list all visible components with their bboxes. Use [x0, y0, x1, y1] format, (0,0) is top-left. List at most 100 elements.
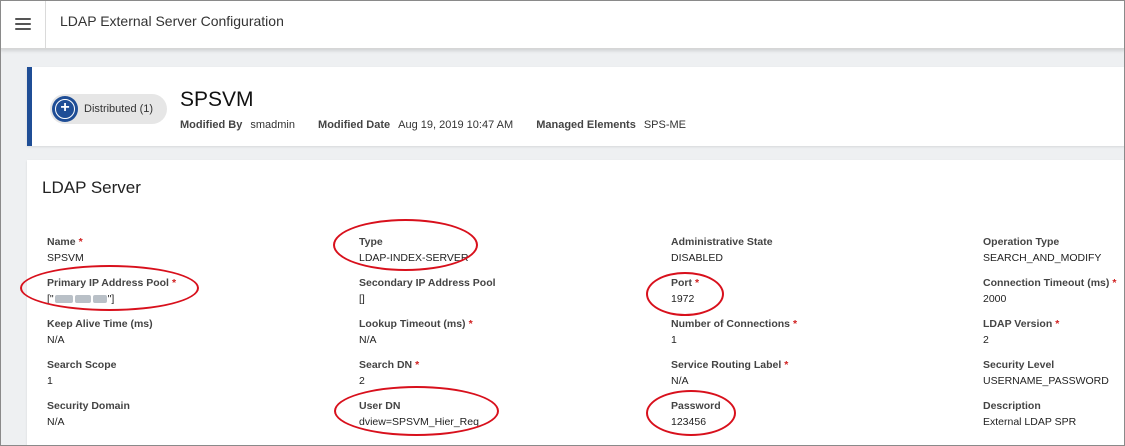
- field-label-text: Primary IP Address Pool: [47, 277, 169, 289]
- field-label: Security Domain: [47, 400, 347, 412]
- field-security-level: Security Level USERNAME_PASSWORD: [983, 359, 1125, 387]
- summary-card: + Distributed (1) SPSVM Modified By smadm…: [27, 67, 1125, 146]
- field-label-text: Operation Type: [983, 236, 1060, 248]
- required-asterisk: *: [793, 318, 798, 330]
- field-label: Password: [671, 400, 971, 412]
- field-value-text: N/A: [671, 375, 689, 387]
- field-value-text: [": [47, 293, 54, 305]
- field-value: 2: [359, 375, 659, 387]
- distributed-chip[interactable]: + Distributed (1): [50, 94, 168, 124]
- field-label-text: Connection Timeout (ms): [983, 277, 1110, 289]
- field-label: Search Scope: [47, 359, 347, 371]
- redacted-ip-segment: [92, 295, 107, 304]
- field-label-text: Secondary IP Address Pool: [359, 277, 496, 289]
- field-value-text: 2: [983, 334, 989, 346]
- managed-elements-value: SPS-ME: [643, 119, 687, 131]
- plus-circle-icon: +: [52, 96, 78, 122]
- field-value: LDAP-INDEX-SERVER: [359, 252, 659, 264]
- field-port: Port * 1972: [671, 277, 971, 305]
- field-service-routing-label: Service Routing Label * N/A: [671, 359, 971, 387]
- section-title: LDAP Server: [42, 178, 141, 197]
- field-value-text: 1: [671, 334, 677, 346]
- required-asterisk: *: [468, 318, 473, 330]
- modified-by-label: Modified By: [180, 119, 243, 131]
- field-value: 1: [671, 334, 971, 346]
- field-label: Service Routing Label *: [671, 359, 971, 371]
- field-value: 123456: [671, 416, 971, 428]
- field-label: Number of Connections *: [671, 318, 971, 330]
- field-label: Description: [983, 400, 1125, 412]
- field-value: N/A: [359, 334, 659, 346]
- field-value-suffix: "]: [107, 293, 115, 305]
- field-value: USERNAME_PASSWORD: [983, 375, 1125, 387]
- page-title: LDAP External Server Configuration: [60, 13, 284, 29]
- field-label-text: Password: [671, 400, 721, 412]
- field-label-text: Type: [359, 236, 383, 248]
- field-label: Secondary IP Address Pool: [359, 277, 659, 289]
- field-keep-alive-time-ms: Keep Alive Time (ms) N/A: [47, 318, 347, 346]
- field-value: N/A: [47, 416, 347, 428]
- required-asterisk: *: [415, 359, 420, 371]
- field-label: Keep Alive Time (ms): [47, 318, 347, 330]
- field-value: []: [359, 293, 659, 305]
- field-search-dn: Search DN * 2: [359, 359, 659, 387]
- field-value: N/A: [671, 375, 971, 387]
- field-value-text: N/A: [47, 334, 65, 346]
- field-value: [" "]: [47, 293, 347, 305]
- field-primary-ip-address-pool: Primary IP Address Pool * [" "]: [47, 277, 347, 305]
- field-value: dview=SPSVM_Hier_Req: [359, 416, 659, 428]
- field-label: Lookup Timeout (ms) *: [359, 318, 659, 330]
- distributed-label: Distributed (1): [84, 103, 154, 115]
- field-value: N/A: [47, 334, 347, 346]
- field-label-text: Search Scope: [47, 359, 117, 371]
- required-asterisk: *: [784, 359, 789, 371]
- entity-metadata: Modified By smadmin Modified Date Aug 19, …: [180, 119, 706, 131]
- redacted-ip-segment: [74, 295, 91, 304]
- field-type: Type LDAP-INDEX-SERVER: [359, 236, 659, 264]
- modified-by-value: smadmin: [250, 119, 295, 131]
- field-label-text: Keep Alive Time (ms): [47, 318, 153, 330]
- required-asterisk: *: [695, 277, 700, 289]
- field-connection-timeout-ms: Connection Timeout (ms) * 2000: [983, 277, 1125, 305]
- field-value-text: dview=SPSVM_Hier_Req: [359, 416, 479, 428]
- field-value-text: 123456: [671, 416, 707, 428]
- field-administrative-state: Administrative State DISABLED: [671, 236, 971, 264]
- required-asterisk: *: [171, 277, 177, 289]
- field-ldap-version: LDAP Version * 2: [983, 318, 1125, 346]
- entity-name: SPSVM: [180, 88, 254, 111]
- field-label-text: Security Domain: [47, 400, 130, 412]
- field-lookup-timeout-ms: Lookup Timeout (ms) * N/A: [359, 318, 659, 346]
- field-password: Password 123456: [671, 400, 971, 428]
- field-secondary-ip-address-pool: Secondary IP Address Pool []: [359, 277, 659, 305]
- field-label-text: Name: [47, 236, 76, 248]
- field-label-text: Administrative State: [671, 236, 773, 248]
- modified-date-value: Aug 19, 2019 10:47 AM: [398, 119, 514, 131]
- field-value: DISABLED: [671, 252, 971, 264]
- field-label: Primary IP Address Pool *: [47, 277, 347, 289]
- field-value: External LDAP SPR: [983, 416, 1125, 428]
- field-name: Name * SPSVM: [47, 236, 347, 264]
- field-label: LDAP Version *: [983, 318, 1125, 330]
- modified-date-label: Modified Date: [318, 119, 391, 131]
- field-value: SPSVM: [47, 252, 347, 264]
- field-label: Type: [359, 236, 659, 248]
- hamburger-menu-icon[interactable]: [0, 0, 46, 48]
- field-value-text: 2000: [983, 293, 1007, 305]
- field-value: SEARCH_AND_MODIFY: [983, 252, 1125, 264]
- field-label-text: Search DN: [359, 359, 413, 371]
- field-label: Name *: [47, 236, 347, 248]
- field-search-scope: Search Scope 1: [47, 359, 347, 387]
- field-label-text: Description: [983, 400, 1041, 412]
- field-label: Port *: [671, 277, 971, 289]
- field-value-text: SEARCH_AND_MODIFY: [983, 252, 1102, 264]
- field-value-text: 1: [47, 375, 53, 387]
- field-label-text: Number of Connections: [671, 318, 791, 330]
- top-bar: LDAP External Server Configuration: [0, 0, 1125, 49]
- field-label-text: Security Level: [983, 359, 1055, 371]
- redacted-ip-segment: [54, 295, 73, 304]
- field-label: Operation Type: [983, 236, 1125, 248]
- field-label: Security Level: [983, 359, 1125, 371]
- field-label-text: LDAP Version: [983, 318, 1053, 330]
- required-asterisk: *: [78, 236, 83, 248]
- field-value: 2000: [983, 293, 1125, 305]
